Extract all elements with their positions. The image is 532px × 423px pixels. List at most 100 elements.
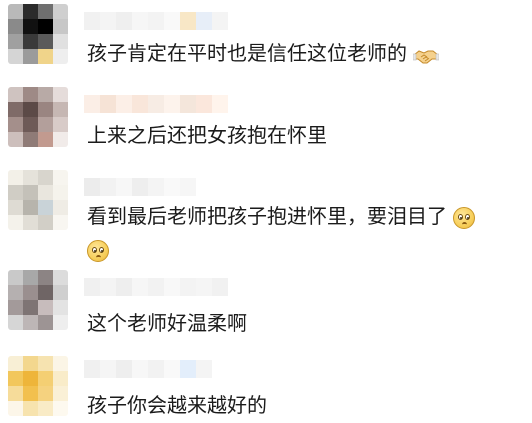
avatar-mosaic-tile [8, 386, 23, 401]
avatar-mosaic-tile [53, 117, 68, 132]
avatar-mosaic-tile [38, 401, 53, 416]
avatar-mosaic-tile [53, 185, 68, 200]
avatar-mosaic-tile [23, 200, 38, 215]
avatar-mosaic-tile [23, 19, 38, 34]
avatar-mosaic-tile [38, 102, 53, 117]
username-mosaic-tile [164, 12, 180, 30]
avatar-mosaic-tile [23, 4, 38, 19]
avatar-mosaic-tile [53, 386, 68, 401]
avatar-mosaic-tile [8, 34, 23, 49]
avatar-mosaic-tile [8, 285, 23, 300]
avatar-mosaic-tile [23, 117, 38, 132]
username-mosaic-tile [84, 278, 100, 296]
avatar-mosaic-tile [23, 270, 38, 285]
username-mosaic-tile [164, 95, 180, 113]
username-mosaic-tile [84, 12, 100, 30]
avatar-mosaic-tile [38, 117, 53, 132]
avatar-mosaic-tile [53, 401, 68, 416]
username-mosaic-tile [100, 278, 116, 296]
avatar[interactable] [8, 170, 68, 230]
username-mosaic-tile [132, 278, 148, 296]
username-mosaic-tile [116, 178, 132, 196]
username-mosaic-tile [212, 95, 228, 113]
username-blurred[interactable] [84, 12, 228, 30]
avatar-mosaic-tile [38, 185, 53, 200]
avatar-mosaic-tile [53, 315, 68, 330]
avatar-mosaic-tile [8, 117, 23, 132]
username-mosaic-tile [100, 178, 116, 196]
avatar-mosaic-tile [53, 170, 68, 185]
avatar-mosaic-tile [53, 49, 68, 64]
avatar-mosaic-tile [53, 34, 68, 49]
avatar-mosaic-tile [38, 285, 53, 300]
avatar[interactable] [8, 356, 68, 416]
avatar-mosaic-tile [8, 185, 23, 200]
avatar[interactable] [8, 87, 68, 147]
avatar-mosaic-tile [8, 300, 23, 315]
username-mosaic-tile [148, 12, 164, 30]
avatar-mosaic-tile [38, 19, 53, 34]
comment-text-content: 这个老师好温柔啊 [87, 311, 247, 335]
avatar-mosaic-tile [23, 386, 38, 401]
avatar-mosaic-tile [53, 356, 68, 371]
avatar-mosaic-tile [8, 4, 23, 19]
username-blurred[interactable] [84, 360, 212, 378]
avatar-mosaic-tile [38, 200, 53, 215]
avatar-mosaic-tile [23, 315, 38, 330]
username-mosaic-tile [132, 95, 148, 113]
username-mosaic-tile [84, 95, 100, 113]
avatar-mosaic-tile [8, 315, 23, 330]
username-mosaic-tile [148, 95, 164, 113]
avatar-mosaic-tile [23, 87, 38, 102]
avatar-mosaic-tile [53, 19, 68, 34]
avatar-mosaic-tile [53, 102, 68, 117]
avatar-mosaic-tile [38, 300, 53, 315]
username-blurred[interactable] [84, 278, 228, 296]
username-mosaic-tile [196, 95, 212, 113]
avatar-mosaic-tile [53, 200, 68, 215]
avatar-mosaic-tile [8, 132, 23, 147]
avatar-mosaic-tile [23, 356, 38, 371]
comment-text-line2 [87, 232, 109, 266]
avatar-mosaic-tile [8, 170, 23, 185]
username-mosaic-tile [100, 12, 116, 30]
comment-text-content: 孩子肯定在平时也是信任这位老师的 [87, 41, 407, 65]
comment-text: 看到最后老师把孩子抱进怀里，要泪目了 [87, 199, 476, 233]
username-mosaic-tile [116, 95, 132, 113]
avatar-mosaic-tile [8, 19, 23, 34]
comment-text: 这个老师好温柔啊 [87, 306, 247, 340]
username-mosaic-tile [132, 360, 148, 378]
username-mosaic-tile [132, 12, 148, 30]
avatar-mosaic-tile [38, 386, 53, 401]
avatar-mosaic-tile [23, 170, 38, 185]
avatar-mosaic-tile [23, 34, 38, 49]
username-mosaic-tile [116, 278, 132, 296]
avatar-mosaic-tile [23, 300, 38, 315]
username-mosaic-tile [116, 360, 132, 378]
comment-text: 孩子肯定在平时也是信任这位老师的 [87, 36, 440, 70]
avatar-mosaic-tile [8, 356, 23, 371]
avatar-mosaic-tile [38, 4, 53, 19]
username-blurred[interactable] [84, 95, 228, 113]
avatar[interactable] [8, 270, 68, 330]
username-mosaic-tile [164, 360, 180, 378]
avatar-mosaic-tile [53, 371, 68, 386]
avatar-mosaic-tile [38, 49, 53, 64]
avatar-mosaic-tile [53, 270, 68, 285]
username-mosaic-tile [180, 360, 196, 378]
username-mosaic-tile [196, 12, 212, 30]
handshake-icon [413, 44, 440, 66]
username-mosaic-tile [100, 95, 116, 113]
avatar[interactable] [8, 4, 68, 64]
avatar-mosaic-tile [8, 200, 23, 215]
avatar-mosaic-tile [8, 401, 23, 416]
avatar-mosaic-tile [38, 215, 53, 230]
avatar-mosaic-tile [8, 102, 23, 117]
comment-text-content: 看到最后老师把孩子抱进怀里，要泪目了 [87, 204, 447, 228]
username-blurred[interactable] [84, 178, 196, 196]
avatar-mosaic-tile [38, 270, 53, 285]
username-mosaic-tile [212, 12, 228, 30]
avatar-mosaic-tile [8, 49, 23, 64]
avatar-mosaic-tile [23, 102, 38, 117]
comment-text-content: 孩子你会越来越好的 [87, 393, 267, 417]
